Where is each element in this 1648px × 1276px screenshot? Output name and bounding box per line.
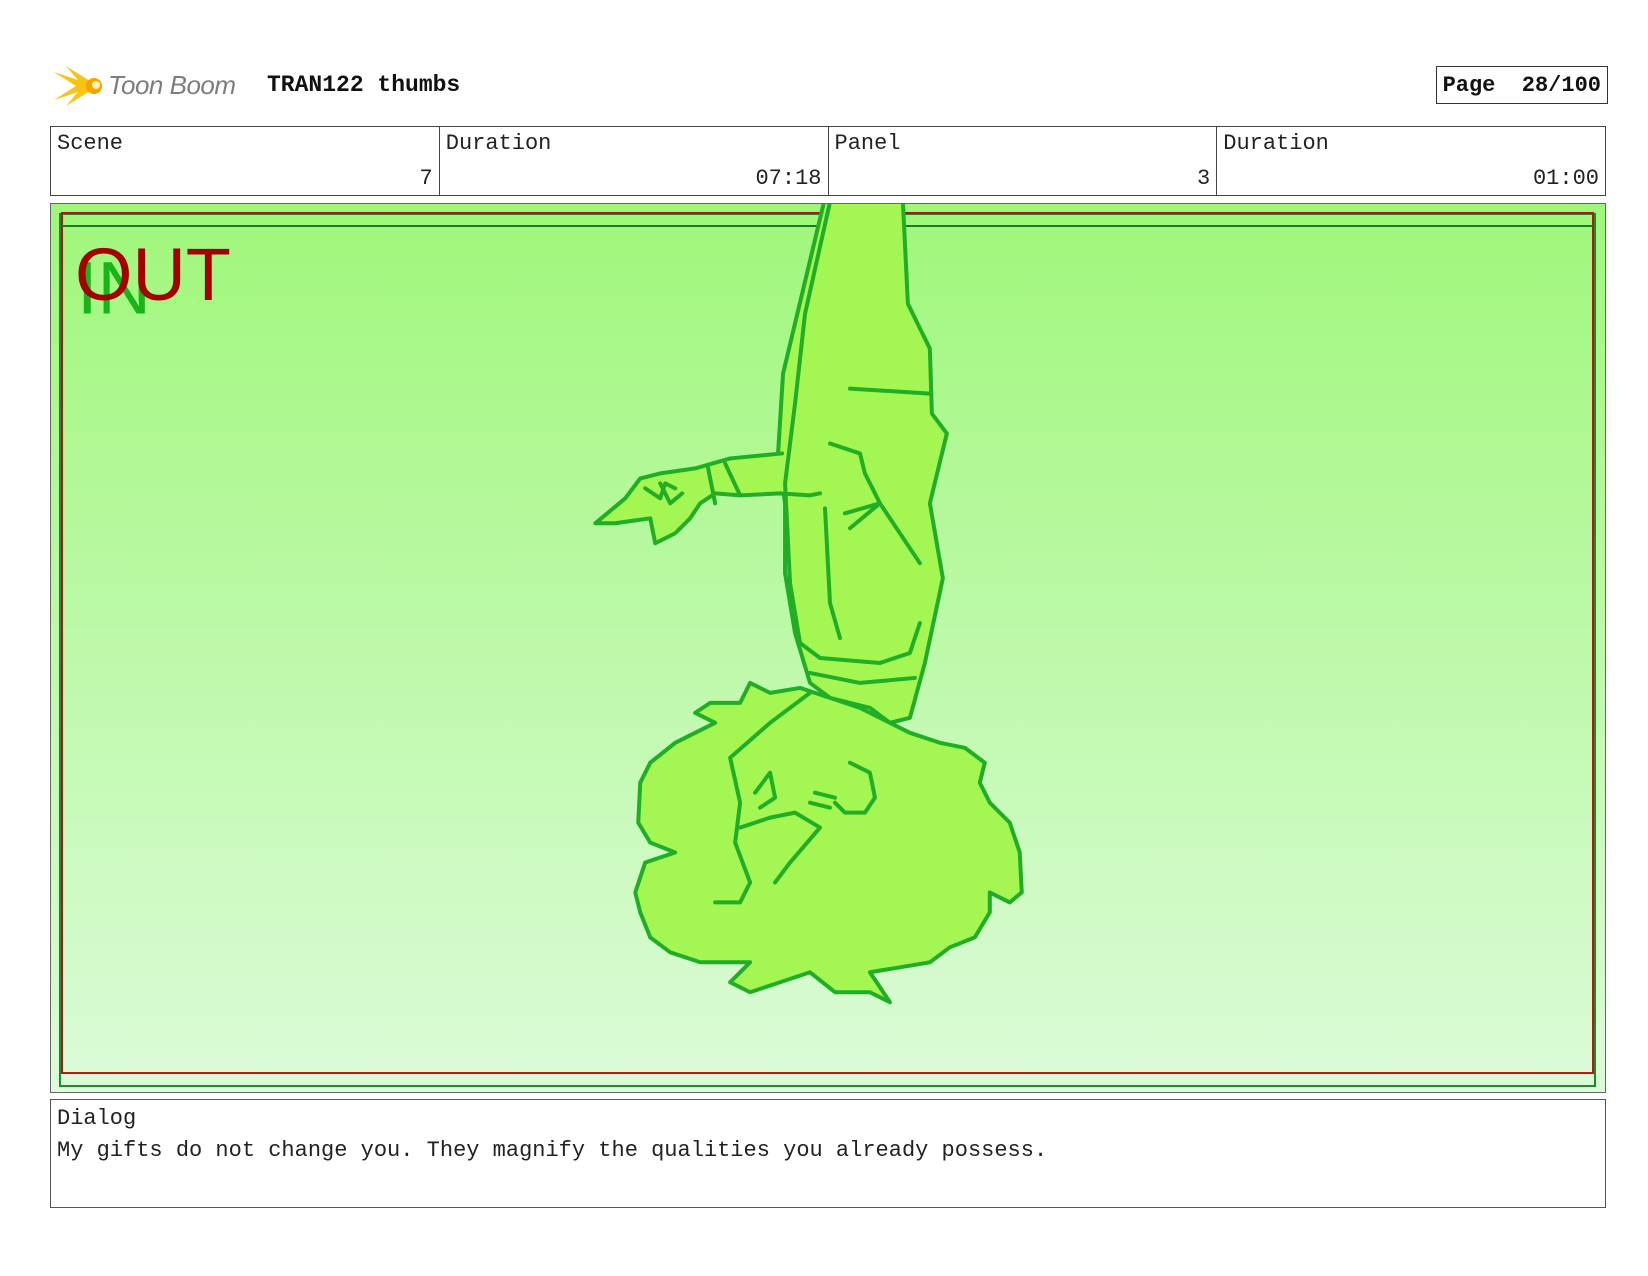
toon-boom-logo: Toon Boom bbox=[52, 58, 252, 114]
scene-duration-cell: Duration 07:18 bbox=[440, 127, 829, 195]
panel-drawing: IN OUT bbox=[51, 204, 1605, 1092]
out-label: OUT bbox=[75, 233, 231, 316]
storyboard-header: Toon Boom TRAN122 thumbs Page 28/100 bbox=[52, 58, 1608, 114]
panel-info-table: Scene 7 Duration 07:18 Panel 3 Duration … bbox=[50, 126, 1606, 196]
panel-label: Panel bbox=[834, 131, 901, 156]
scene-duration-label: Duration bbox=[445, 131, 552, 156]
dialog-box: Dialog My gifts do not change you. They … bbox=[50, 1099, 1606, 1208]
panel-duration-cell: Duration 01:00 bbox=[1217, 127, 1605, 195]
scene-cell: Scene 7 bbox=[51, 127, 440, 195]
panel-value: 3 bbox=[1197, 166, 1211, 191]
page-indicator: Page 28/100 bbox=[1435, 66, 1608, 104]
panel-duration-label: Duration bbox=[1223, 131, 1329, 156]
scene-value: 7 bbox=[419, 166, 433, 191]
document-title: TRAN122 thumbs bbox=[267, 72, 461, 98]
logo-text: Toon Boom bbox=[108, 70, 236, 100]
panel-duration-value: 01:00 bbox=[1532, 166, 1599, 191]
scene-label: Scene bbox=[57, 131, 124, 156]
storyboard-panel: IN OUT bbox=[50, 203, 1606, 1093]
dialog-label: Dialog bbox=[57, 1106, 137, 1131]
panel-cell: Panel 3 bbox=[829, 127, 1218, 195]
star-burst-icon bbox=[54, 66, 102, 106]
dialog-text: My gifts do not change you. They magnify… bbox=[57, 1138, 1048, 1163]
scene-duration-value: 07:18 bbox=[755, 166, 822, 191]
